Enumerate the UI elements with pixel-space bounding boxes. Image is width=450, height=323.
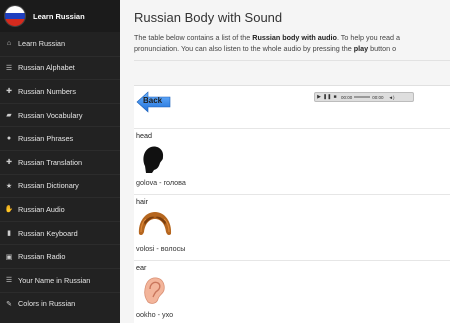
- sidebar-item-russian-audio[interactable]: ✋ Russian Audio: [0, 197, 120, 221]
- russia-flag-icon: [4, 5, 26, 27]
- intro-text: The table below contains a list of the R…: [134, 32, 450, 54]
- head-silhouette-icon[interactable]: [136, 142, 170, 174]
- intro-text-part: button o: [368, 44, 397, 53]
- brand[interactable]: Learn Russian: [0, 0, 120, 32]
- sidebar-item-label: Your Name in Russian: [18, 275, 91, 285]
- star-icon: ★: [5, 182, 13, 190]
- sidebar-item-label: Russian Dictionary: [18, 181, 79, 191]
- progress-bar[interactable]: [354, 96, 371, 98]
- divider: [134, 128, 450, 129]
- file-icon: ▮: [7, 230, 11, 238]
- list-item: head golova - голова: [134, 128, 450, 194]
- ear-icon[interactable]: [136, 274, 170, 306]
- plus-icon: ✚: [6, 88, 12, 96]
- back-button-label: Back: [143, 96, 163, 105]
- sidebar-item-label: Russian Vocabulary: [18, 110, 83, 120]
- sidebar: Learn Russian ⌂ Learn Russian ☰ Russian Al…: [0, 0, 120, 323]
- sidebar-item-russian-radio[interactable]: ▣ Russian Radio: [0, 244, 120, 268]
- divider: [134, 260, 450, 261]
- sidebar-nav: ⌂ Learn Russian ☰ Russian Alphabet ✚ Russia…: [0, 32, 120, 315]
- sidebar-item-learn-russian[interactable]: ⌂ Learn Russian: [0, 32, 120, 56]
- plus-icon: ✚: [6, 159, 12, 167]
- intro-text-part: . To help you read a: [336, 33, 400, 42]
- sidebar-item-russian-alphabet[interactable]: ☰ Russian Alphabet: [0, 55, 120, 80]
- current-time: 00:00: [341, 94, 353, 100]
- divider: [134, 60, 450, 61]
- list-icon: ☰: [5, 64, 13, 72]
- word-english: hair: [136, 197, 148, 206]
- sidebar-item-russian-vocabulary[interactable]: ▰ Russian Vocabulary: [0, 102, 120, 127]
- word-russian: ookho - ухо: [136, 310, 174, 319]
- audio-player: ▶ ❚❚ ■ 00:00 00:00 ◄): [314, 92, 414, 102]
- play-button[interactable]: ▶: [315, 94, 323, 100]
- intro-text-bold: play: [353, 44, 369, 53]
- stop-button[interactable]: ■: [331, 94, 339, 100]
- globe-icon: ●: [6, 135, 12, 143]
- sidebar-item-label: Russian Translation: [18, 157, 83, 167]
- book-icon: ▰: [6, 112, 12, 120]
- thumbs-up-icon: ✋: [4, 206, 14, 214]
- sidebar-item-russian-numbers[interactable]: ✚ Russian Numbers: [0, 79, 120, 103]
- list-item: hair volosi - волосы: [134, 194, 450, 260]
- body-parts-table: Back ▶ ❚❚ ■ 00:00 00:00 ◄) head golova -…: [134, 85, 450, 323]
- word-russian: golova - голова: [136, 178, 186, 187]
- sidebar-item-your-name-in-russian[interactable]: ☰ Your Name in Russian: [0, 267, 120, 292]
- sidebar-item-label: Colors in Russian: [18, 299, 76, 309]
- intro-text-part: The table below contains a list of the: [134, 33, 253, 42]
- sidebar-item-label: Russian Radio: [18, 252, 66, 262]
- intro-text-bold: Russian body with audio: [252, 33, 337, 42]
- hair-icon[interactable]: [136, 208, 172, 240]
- intro-text-part: pronunciation. You can also listen to th…: [134, 44, 354, 53]
- sidebar-item-label: Russian Numbers: [18, 86, 76, 96]
- pin-icon: ✎: [6, 300, 12, 308]
- word-russian: volosi - волосы: [136, 244, 186, 253]
- total-time: 00:00: [372, 94, 384, 100]
- sidebar-item-colors-in-russian[interactable]: ✎ Colors in Russian: [0, 291, 120, 316]
- home-icon: ⌂: [6, 40, 12, 48]
- sidebar-item-label: Russian Alphabet: [18, 63, 75, 73]
- volume-icon[interactable]: ◄): [389, 95, 395, 100]
- sidebar-item-russian-dictionary[interactable]: ★ Russian Dictionary: [0, 173, 120, 198]
- list-item: ear ookho - ухо: [134, 260, 450, 323]
- sidebar-item-russian-translation[interactable]: ✚ Russian Translation: [0, 149, 120, 174]
- sidebar-item-russian-phrases[interactable]: ● Russian Phrases: [0, 126, 120, 150]
- list-icon: ☰: [5, 277, 13, 285]
- page-title: Russian Body with Sound: [134, 10, 283, 25]
- back-button[interactable]: Back: [136, 90, 171, 113]
- pause-button[interactable]: ❚❚: [323, 94, 331, 100]
- divider: [134, 194, 450, 195]
- sidebar-item-label: Russian Phrases: [18, 134, 74, 144]
- sidebar-item-russian-keyboard[interactable]: ▮ Russian Keyboard: [0, 220, 120, 245]
- word-english: head: [136, 131, 152, 140]
- main-content: Russian Body with Sound The table below …: [120, 0, 450, 323]
- word-english: ear: [136, 263, 147, 272]
- radio-icon: ▣: [5, 253, 13, 261]
- brand-title: Learn Russian: [33, 11, 85, 21]
- sidebar-item-label: Learn Russian: [18, 39, 66, 49]
- sidebar-item-label: Russian Audio: [18, 204, 65, 214]
- sidebar-item-label: Russian Keyboard: [18, 228, 78, 238]
